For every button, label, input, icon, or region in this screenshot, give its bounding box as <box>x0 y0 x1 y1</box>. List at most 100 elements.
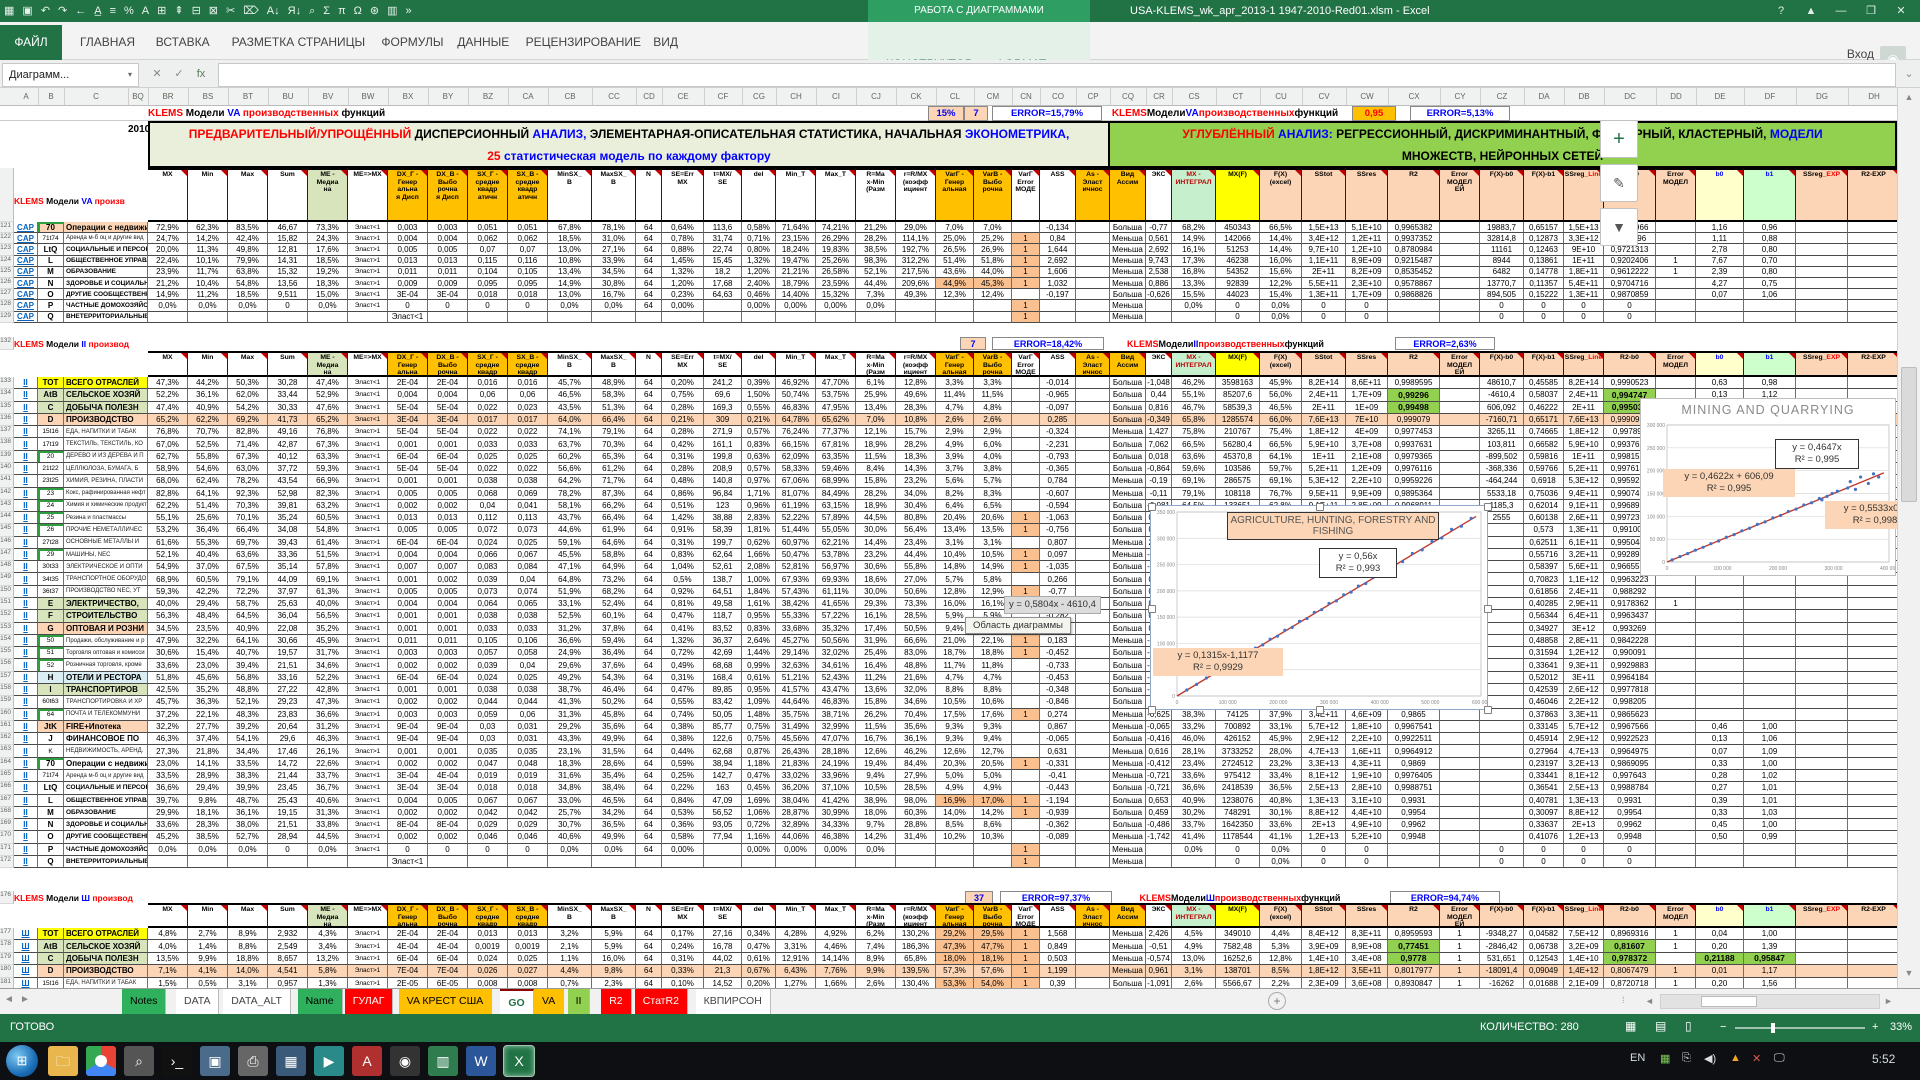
column-header-DH[interactable]: DH <box>1848 88 1897 106</box>
data-cell[interactable] <box>1388 856 1440 868</box>
data-cell[interactable]: 64 <box>636 289 662 300</box>
data-cell[interactable]: 56,4% <box>896 524 936 536</box>
explorer-icon[interactable]: 🗀 <box>48 1046 78 1076</box>
data-cell[interactable]: 49,8% <box>228 244 268 255</box>
sheet-link-II[interactable]: II <box>14 795 38 807</box>
industry-code[interactable]: D <box>38 965 64 977</box>
data-cell[interactable]: 138701 <box>1216 965 1260 977</box>
data-cell[interactable]: 7E-04 <box>428 965 468 977</box>
data-cell[interactable]: 68,2% <box>1172 222 1216 233</box>
data-cell[interactable] <box>1012 475 1040 487</box>
data-cell[interactable] <box>1440 709 1480 721</box>
data-cell[interactable]: 27,22 <box>268 684 308 696</box>
industry-code[interactable]: 70 <box>38 222 64 233</box>
data-cell[interactable]: 56,97% <box>816 561 856 573</box>
data-cell[interactable]: Больша <box>1110 222 1146 233</box>
industry-code[interactable]: 15t16 <box>38 978 64 988</box>
data-cell[interactable]: 28,5% <box>896 782 936 794</box>
data-cell[interactable]: 13,0% <box>548 289 592 300</box>
data-cell[interactable]: 13770,7 <box>1480 278 1524 289</box>
data-cell[interactable]: 14,1% <box>188 758 228 770</box>
data-cell[interactable]: 33,6% <box>1260 819 1302 831</box>
data-cell[interactable]: 0,005 <box>388 488 428 500</box>
calculator-icon[interactable]: ▦ <box>276 1046 306 1076</box>
industry-label[interactable]: ВНЕТЕРРИТОРИАЛЬНЫЕ <box>64 312 148 323</box>
table-column-header[interactable]: DX_Г -Генеральная Дисп <box>388 903 428 928</box>
data-cell[interactable] <box>974 844 1012 856</box>
data-cell[interactable]: 6E-05 <box>428 978 468 988</box>
data-cell[interactable]: 63,8% <box>228 267 268 278</box>
data-cell[interactable]: 1 <box>1012 709 1040 721</box>
data-cell[interactable]: 25,63 <box>268 598 308 610</box>
column-header-BS[interactable]: BS <box>188 88 229 106</box>
data-cell[interactable]: 28,5% <box>896 610 936 622</box>
data-cell[interactable]: 9,9% <box>856 965 896 977</box>
data-cell[interactable]: 89,85 <box>704 684 742 696</box>
chart-title[interactable]: AGRICULTURE, HUNTING, FORESTRY AND FISHI… <box>1227 512 1439 540</box>
data-cell[interactable]: 5,2E+11 <box>1564 463 1604 475</box>
data-cell[interactable] <box>1848 856 1897 868</box>
table-column-header[interactable]: Min <box>188 351 228 377</box>
data-cell[interactable]: 35,14 <box>268 561 308 573</box>
data-cell[interactable]: 0,072 <box>468 524 508 536</box>
data-cell[interactable] <box>1076 300 1110 311</box>
data-cell[interactable]: 0,003 <box>428 647 468 659</box>
data-cell[interactable]: 9,3% <box>936 721 974 733</box>
data-cell[interactable]: 1,06 <box>1744 289 1796 300</box>
sign-in-link[interactable]: Вход <box>1847 47 1874 61</box>
data-cell[interactable]: 1 <box>1012 965 1040 977</box>
data-cell[interactable]: 0,051 <box>468 222 508 233</box>
data-cell[interactable]: Больша <box>1110 659 1146 671</box>
data-cell[interactable]: 21,8% <box>188 745 228 757</box>
data-cell[interactable]: 14,9% <box>1172 233 1216 244</box>
data-cell[interactable]: 217,5% <box>896 267 936 278</box>
industry-code[interactable]: 50 <box>38 635 64 647</box>
data-cell[interactable]: 0,002 <box>388 758 428 770</box>
data-cell[interactable]: Меньша <box>1110 940 1146 952</box>
zoom-slider-handle[interactable] <box>1771 1023 1775 1033</box>
data-cell[interactable]: 65,3% <box>592 451 636 463</box>
data-cell[interactable]: 0 <box>388 300 428 311</box>
data-cell[interactable]: 0,00% <box>816 844 856 856</box>
data-cell[interactable]: 66,4% <box>228 524 268 536</box>
data-cell[interactable]: Эласт<1 <box>348 795 388 807</box>
data-cell[interactable]: 48,9% <box>592 377 636 389</box>
table-column-header[interactable]: MinSX_B <box>548 903 592 928</box>
data-cell[interactable]: 199,8 <box>704 451 742 463</box>
data-cell[interactable]: 0,47% <box>662 610 704 622</box>
data-cell[interactable] <box>1796 831 1848 843</box>
data-cell[interactable] <box>1696 672 1744 684</box>
data-cell[interactable]: 5,7E+12 <box>1302 721 1346 733</box>
industry-label[interactable]: СОЦИАЛЬНЫЕ И ПЕРСОН <box>64 244 148 255</box>
data-cell[interactable] <box>1076 549 1110 561</box>
data-cell[interactable]: 1,4% <box>188 940 228 952</box>
sheet-link-II[interactable]: II <box>14 782 38 794</box>
data-cell[interactable]: 9,9% <box>188 953 228 965</box>
data-cell[interactable]: 23,2% <box>856 549 896 561</box>
sheet-link-II[interactable]: II <box>14 414 38 426</box>
data-cell[interactable]: 0,61% <box>742 953 776 965</box>
data-cell[interactable]: 38,88 <box>704 512 742 524</box>
data-cell[interactable] <box>1480 795 1524 807</box>
data-cell[interactable]: 51,8% <box>974 256 1012 267</box>
data-cell[interactable]: 69,1% <box>1260 475 1302 487</box>
data-cell[interactable]: Эласт<1 <box>348 807 388 819</box>
data-cell[interactable]: 450343 <box>1216 222 1260 233</box>
data-cell[interactable] <box>1012 488 1040 500</box>
industry-label[interactable]: ПОЧТА И ТЕЛЕКОММУНИ <box>64 709 148 721</box>
selection-handle[interactable] <box>1148 605 1156 613</box>
data-cell[interactable]: 2E+13 <box>1302 819 1346 831</box>
industry-label[interactable]: Продажи, обслуживание и р <box>64 635 148 647</box>
data-cell[interactable] <box>1656 233 1696 244</box>
data-cell[interactable]: 71,4% <box>228 438 268 450</box>
tab-nav-right-icon[interactable]: ► <box>20 994 30 1005</box>
data-cell[interactable]: 0,72% <box>662 647 704 659</box>
data-cell[interactable] <box>308 856 348 868</box>
data-cell[interactable]: 51,4% <box>188 500 228 512</box>
industry-code[interactable]: 60t63 <box>38 696 64 708</box>
data-cell[interactable]: 0,027 <box>508 965 548 977</box>
data-cell[interactable]: 52,22% <box>776 512 816 524</box>
data-cell[interactable] <box>1076 844 1110 856</box>
sheet-tab-ГУЛАГ[interactable]: ГУЛАГ <box>345 989 394 1014</box>
table-column-header[interactable]: MaxSX_B <box>592 168 636 222</box>
